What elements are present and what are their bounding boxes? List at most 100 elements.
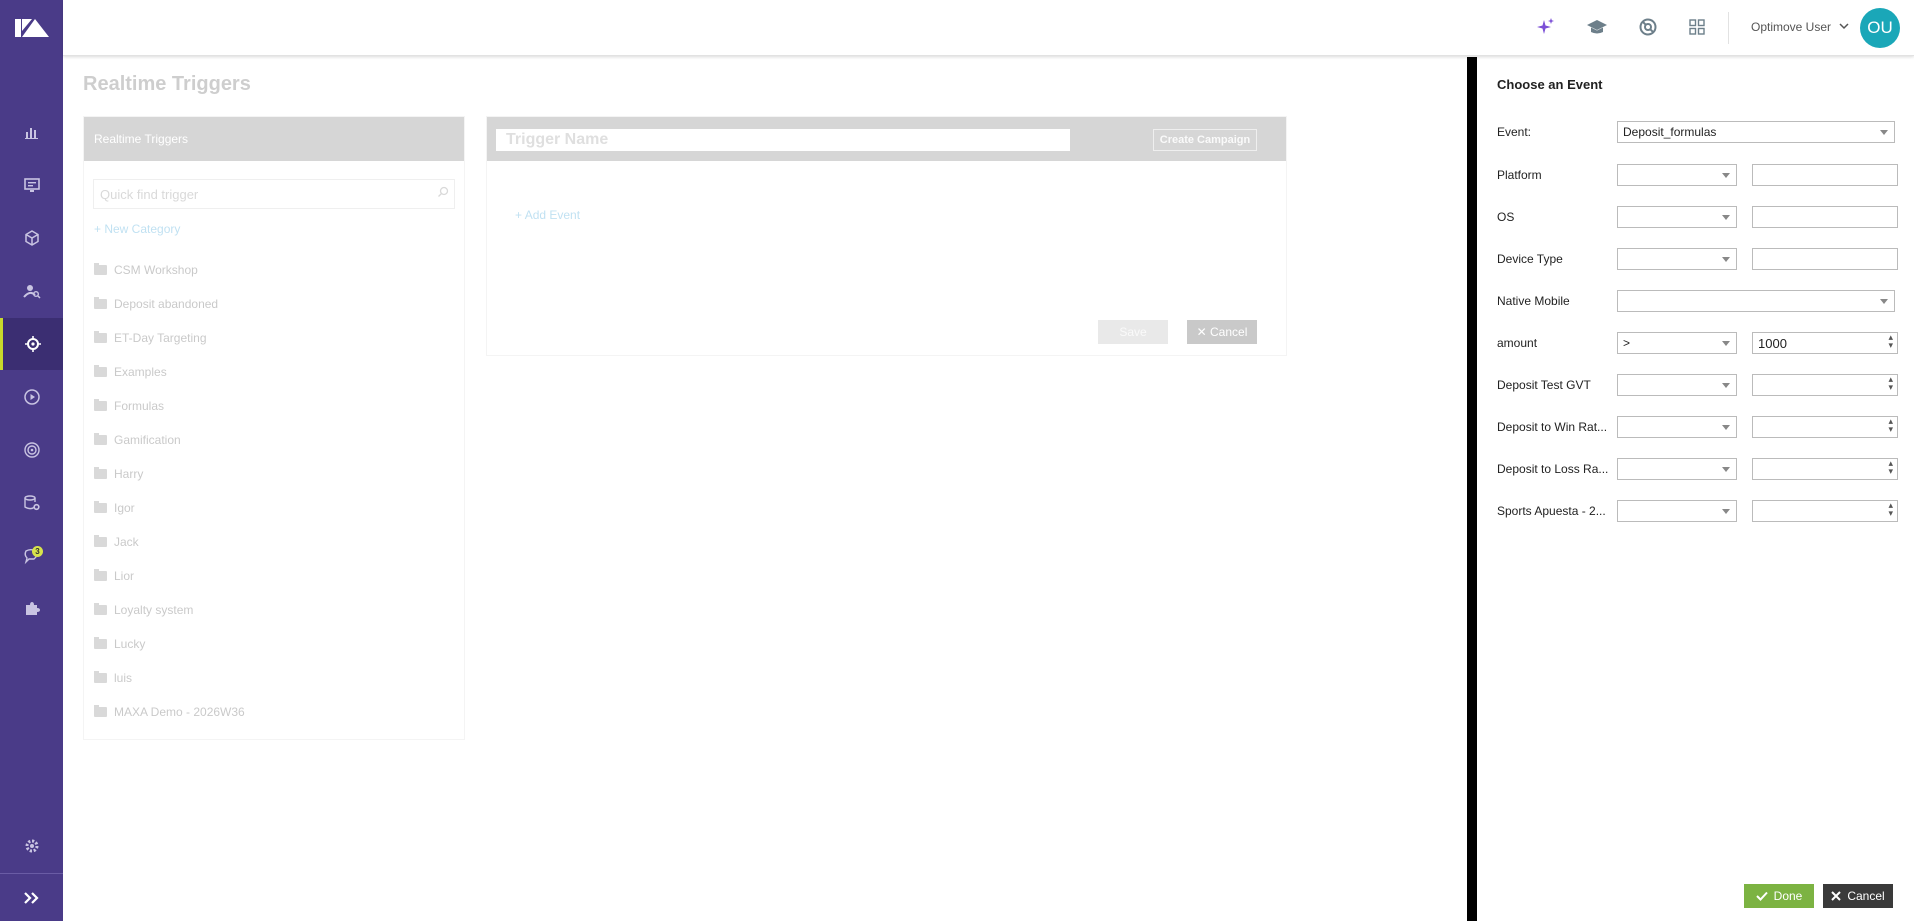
nav-integrations[interactable] <box>0 583 63 635</box>
folder-icon <box>94 331 107 343</box>
done-button[interactable]: Done <box>1744 884 1814 908</box>
settings-icon <box>25 839 38 853</box>
apps-grid-button[interactable] <box>1684 14 1710 40</box>
save-button[interactable]: Save <box>1098 320 1168 344</box>
number-input[interactable] <box>1752 416 1898 438</box>
operator-select[interactable] <box>1617 500 1737 522</box>
trigger-editor-panel: Trigger Name Create Campaign + Add Event… <box>486 116 1287 356</box>
expand-nav-button[interactable] <box>0 873 63 921</box>
operator-select[interactable] <box>1617 416 1737 438</box>
choose-event-drawer: Choose an Event Event: Deposit_formulas … <box>1477 57 1914 921</box>
folder-item[interactable]: luis <box>94 670 132 686</box>
user-menu-chevron[interactable] <box>1838 19 1850 37</box>
field-row: Platform <box>1497 164 1907 186</box>
folder-icon <box>94 603 107 615</box>
folder-icon <box>94 501 107 513</box>
folder-item[interactable]: Igor <box>94 500 135 516</box>
field-label: Platform <box>1497 168 1542 182</box>
folder-item[interactable]: Formulas <box>94 398 164 414</box>
nav-customers[interactable] <box>0 265 63 317</box>
folder-icon <box>94 399 107 411</box>
user-name[interactable]: Optimove User <box>1751 20 1831 34</box>
academy-button[interactable] <box>1584 14 1610 40</box>
nav-targeting[interactable] <box>0 318 63 370</box>
value-select[interactable] <box>1617 290 1895 312</box>
folder-item[interactable]: Gamification <box>94 432 181 448</box>
editor-cancel-button[interactable]: ✕ Cancel <box>1187 320 1257 344</box>
folder-label: Harry <box>114 467 144 481</box>
folder-item[interactable]: Lucky <box>94 636 145 652</box>
folder-label: Jack <box>114 535 139 549</box>
number-input[interactable]: 1000 <box>1752 332 1898 354</box>
folder-item[interactable]: ET-Day Targeting <box>94 330 207 346</box>
field-row: Deposit to Win Rat... <box>1497 416 1907 438</box>
folder-item[interactable]: Jack <box>94 534 139 550</box>
folder-item[interactable]: Loyalty system <box>94 602 193 618</box>
nav-realtime[interactable] <box>0 424 63 476</box>
add-event-link[interactable]: + Add Event <box>515 208 580 222</box>
operator-select[interactable] <box>1617 248 1737 270</box>
value-input[interactable] <box>1752 206 1898 228</box>
operator-select[interactable] <box>1617 458 1737 480</box>
trigger-name-input[interactable]: Trigger Name <box>496 129 1070 151</box>
add-event-label: Add Event <box>524 208 581 222</box>
folder-icon <box>94 705 107 717</box>
folder-item[interactable]: CSM Workshop <box>94 262 198 278</box>
nav-campaigns[interactable] <box>0 371 63 423</box>
play-icon <box>23 389 40 405</box>
folder-label: Lior <box>114 569 135 583</box>
drawer-title: Choose an Event <box>1497 77 1603 92</box>
folder-item[interactable]: Deposit abandoned <box>94 296 218 312</box>
folder-icon <box>94 535 107 547</box>
operator-select[interactable] <box>1617 164 1737 186</box>
realtime-icon <box>23 442 40 458</box>
main-content: Realtime Triggers Realtime Triggers Quic… <box>63 57 1468 921</box>
ai-sparkle-button[interactable] <box>1533 14 1559 40</box>
number-input[interactable] <box>1752 500 1898 522</box>
field-label: Native Mobile <box>1497 294 1570 308</box>
nav-monitor[interactable] <box>0 159 63 211</box>
folder-label: CSM Workshop <box>114 263 198 277</box>
nav-analytics[interactable] <box>0 106 63 158</box>
analytics-icon <box>24 128 38 139</box>
folder-item[interactable]: Lior <box>94 568 134 584</box>
folder-label: Loyalty system <box>114 603 194 617</box>
create-campaign-button[interactable]: Create Campaign <box>1153 129 1257 151</box>
cancel-label: Cancel <box>1847 889 1885 903</box>
field-label: Deposit to Loss Ra... <box>1497 462 1609 476</box>
left-navigation: 3 <box>0 0 63 921</box>
cancel-button[interactable]: Cancel <box>1823 884 1893 908</box>
optimove-logo[interactable] <box>0 0 63 56</box>
support-button[interactable] <box>1635 14 1661 40</box>
apps-grid-icon <box>1689 19 1705 35</box>
folder-label: Examples <box>114 365 167 379</box>
event-row: Event: Deposit_formulas <box>1497 121 1907 143</box>
value-input[interactable] <box>1752 164 1898 186</box>
check-icon <box>1755 891 1768 901</box>
field-row: Sports Apuesta - 2... <box>1497 500 1907 522</box>
operator-select[interactable] <box>1617 374 1737 396</box>
value-input[interactable] <box>1752 248 1898 270</box>
folder-label: Igor <box>114 501 135 515</box>
new-category-link[interactable]: + New Category <box>94 222 180 236</box>
operator-select[interactable] <box>1617 206 1737 228</box>
nav-cube[interactable] <box>0 212 63 264</box>
event-select[interactable]: Deposit_formulas <box>1617 121 1895 143</box>
folder-item[interactable]: Harry <box>94 466 143 482</box>
user-avatar[interactable]: OU <box>1860 8 1900 48</box>
nav-notifications[interactable]: 3 <box>0 530 63 582</box>
support-icon <box>1639 18 1657 36</box>
trigger-editor-header: Trigger Name Create Campaign <box>487 117 1286 161</box>
nav-data-settings[interactable] <box>0 477 63 529</box>
number-input[interactable] <box>1752 458 1898 480</box>
folder-icon <box>94 297 107 309</box>
operator-select[interactable]: > <box>1617 332 1737 354</box>
quick-find-input[interactable]: Quick find trigger <box>93 179 455 209</box>
number-input[interactable] <box>1752 374 1898 396</box>
folder-item[interactable]: Examples <box>94 364 167 380</box>
page-title: Realtime Triggers <box>83 73 251 95</box>
folder-item[interactable]: MAXA Demo - 2026W36 <box>94 704 245 720</box>
nav-settings[interactable] <box>0 820 63 872</box>
folder-icon <box>94 263 107 275</box>
folder-label: MAXA Demo - 2026W36 <box>114 705 245 719</box>
